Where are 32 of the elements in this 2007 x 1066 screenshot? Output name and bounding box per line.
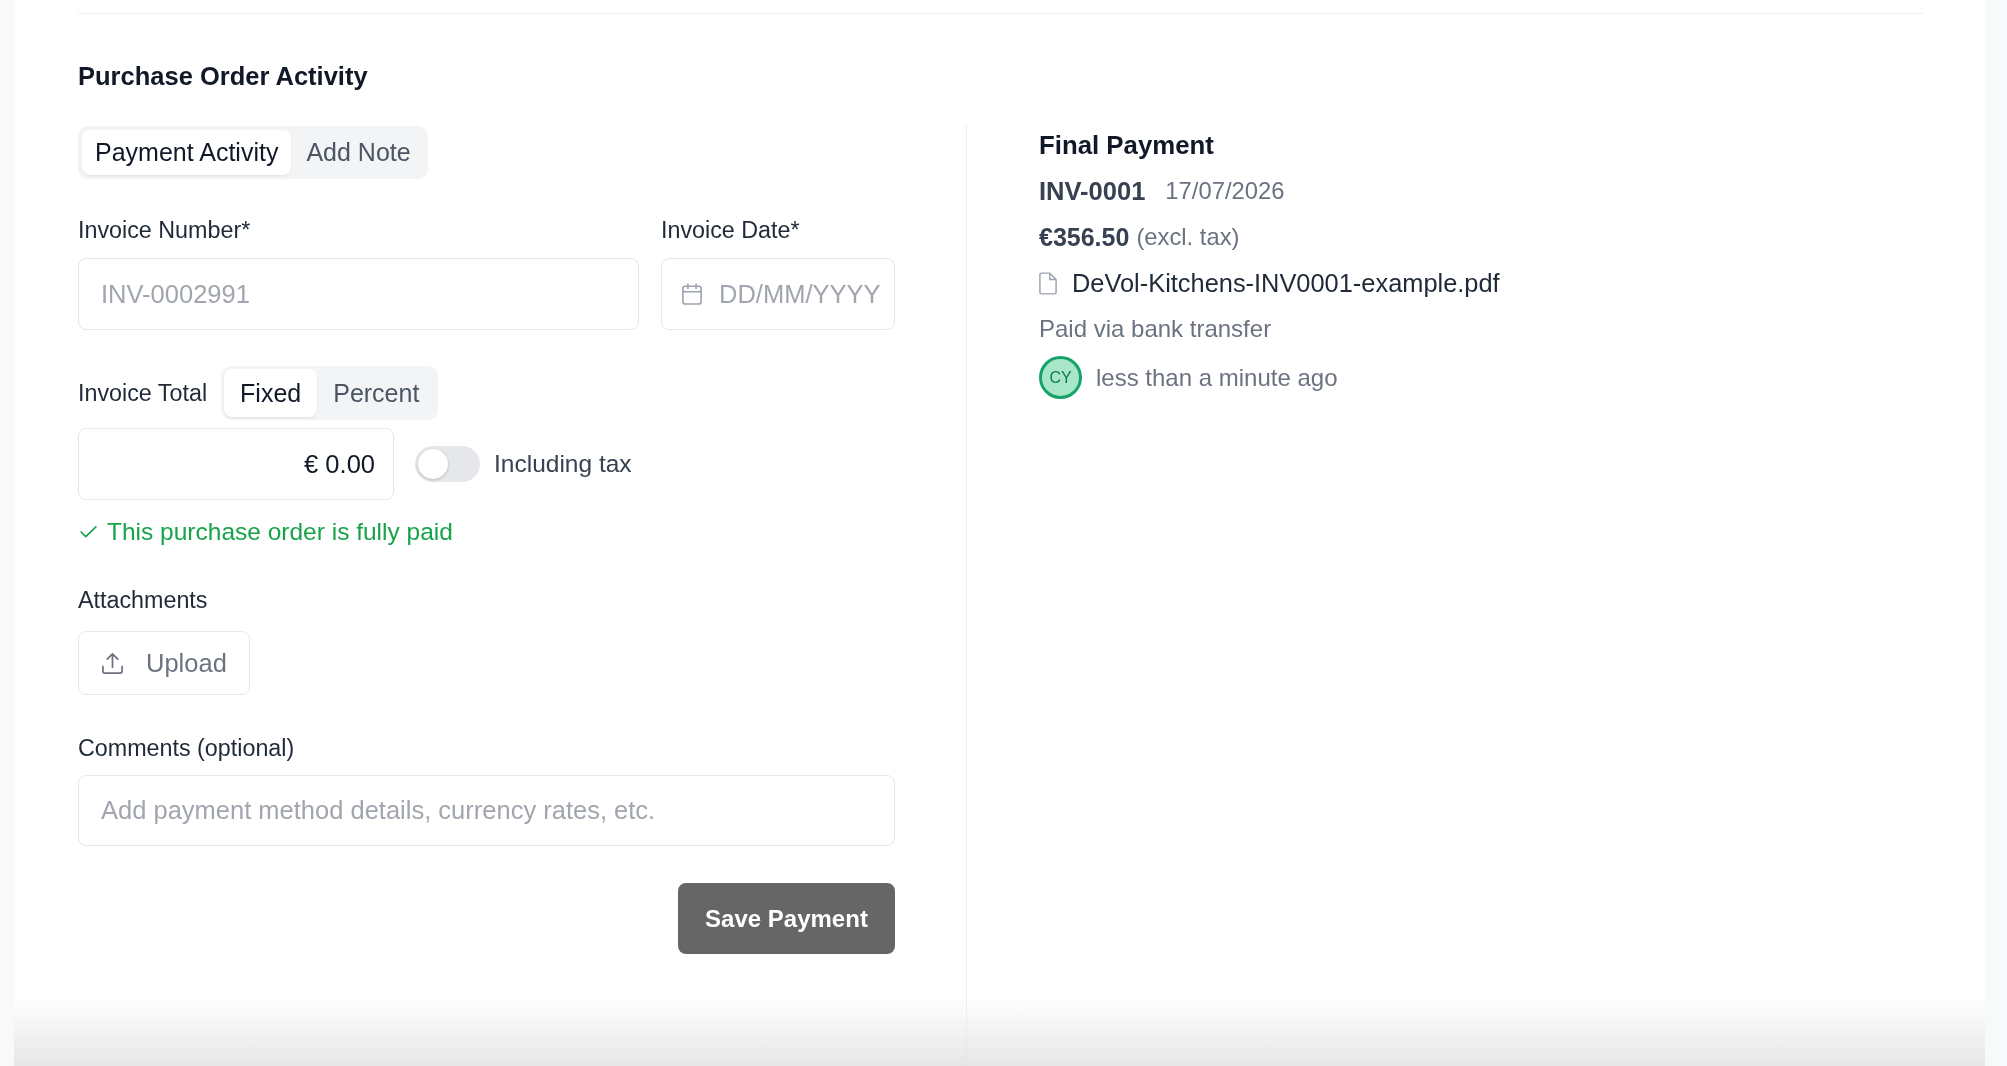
upload-icon <box>101 651 124 675</box>
payment-method: Paid via bank transfer <box>1039 314 1272 344</box>
field-label: Invoice Date* <box>661 216 801 244</box>
user-avatar: CY <box>1039 356 1082 399</box>
amount-field[interactable]: € 0.00 <box>78 428 394 500</box>
invoice-number-field[interactable]: INV-0002991 <box>78 258 639 330</box>
activity-time: less than a minute ago <box>1096 362 1338 393</box>
section-title: Purchase Order Activity <box>78 61 369 92</box>
file-icon <box>1039 271 1057 295</box>
file-link[interactable]: DeVol-Kitchens-INV0001-example.pdf <box>1072 267 1500 299</box>
payment-amount: €356.50 <box>1039 222 1130 253</box>
payment-title: Final Payment <box>1039 130 1215 161</box>
tax-note: (excl. tax) <box>1136 222 1240 252</box>
check-icon <box>80 526 97 538</box>
mode-tab[interactable]: Fixed <box>224 369 318 417</box>
field-label: Attachments <box>78 586 208 614</box>
save-button[interactable]: Save Payment <box>678 883 895 954</box>
toggle-switch[interactable] <box>415 446 480 482</box>
toggle-label: Including tax <box>494 450 632 478</box>
upload-button[interactable]: Upload <box>78 631 250 695</box>
field-label: Comments (optional) <box>78 734 295 762</box>
field-label: Invoice Number* <box>78 216 252 244</box>
tab[interactable]: Add Note <box>293 130 424 175</box>
invoice-number: INV-0001 <box>1039 176 1146 207</box>
field-label: Invoice Total <box>78 379 208 407</box>
tab[interactable]: Payment Activity <box>82 130 292 175</box>
date-field[interactable]: DD/MM/YYYY <box>661 258 895 330</box>
calendar-icon <box>682 283 702 305</box>
mode-tab[interactable]: Percent <box>317 369 436 417</box>
invoice-date: 17/07/2026 <box>1165 176 1285 206</box>
comments-field[interactable]: Add payment method details, currency rates, etc. <box>78 775 895 846</box>
status-message: This purchase order is fully paid <box>107 518 453 546</box>
